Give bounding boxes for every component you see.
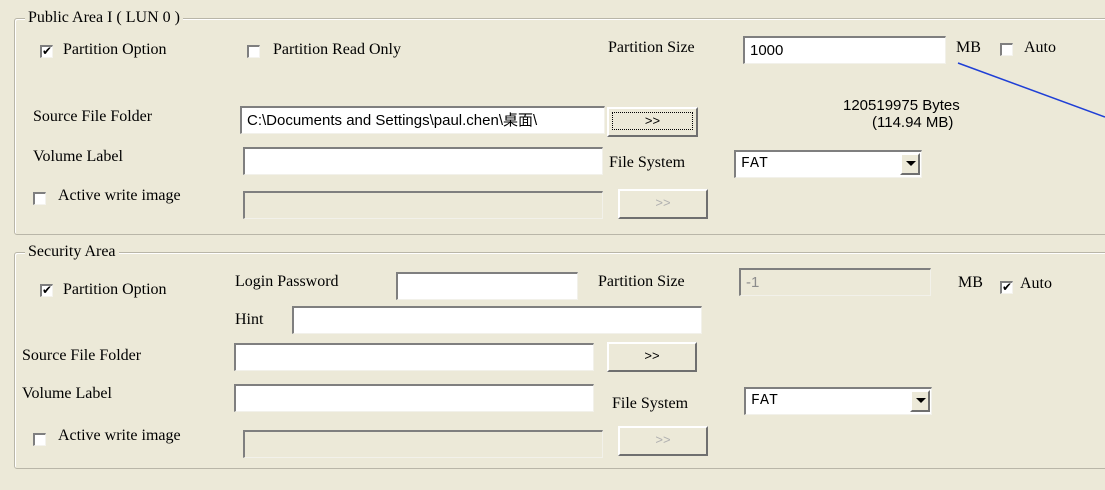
chevron-down-icon[interactable] — [910, 390, 930, 412]
public-read-only-label[interactable]: Partition Read Only — [273, 40, 401, 60]
public-partition-option-label[interactable]: Partition Option — [63, 40, 167, 60]
public-area-legend: Public Area I ( LUN 0 ) — [25, 10, 183, 26]
security-mb-label: MB — [958, 274, 983, 291]
public-file-system-select[interactable]: FAT — [734, 150, 922, 178]
public-image-browse-button: >> — [618, 189, 708, 219]
public-mb-label: MB — [956, 39, 981, 56]
security-login-password-input[interactable] — [396, 272, 578, 300]
security-file-system-value: FAT — [751, 392, 779, 409]
security-volume-label: Volume Label — [22, 385, 112, 402]
security-source-browse-button[interactable]: >> — [607, 342, 697, 372]
public-source-folder-input[interactable]: C:\Documents and Settings\paul.chen\桌面\ — [240, 106, 605, 134]
security-source-browse-label: >> — [644, 348, 660, 363]
public-source-browse-label: >> — [612, 112, 693, 130]
public-file-system-value: FAT — [741, 155, 769, 172]
security-partition-size-input: -1 — [739, 268, 931, 296]
public-active-write-label[interactable]: Active write image — [58, 186, 181, 206]
security-auto-checkbox[interactable]: ✔ — [1000, 281, 1013, 294]
public-partition-size-input[interactable]: 1000 — [743, 36, 946, 64]
security-image-path-input — [243, 430, 603, 458]
public-source-folder-label: Source File Folder — [33, 108, 153, 125]
public-volume-input[interactable] — [243, 147, 603, 175]
public-volume-label: Volume Label — [33, 148, 123, 165]
security-hint-label: Hint — [235, 311, 264, 328]
public-mb-size-text: (114.94 MB) — [872, 114, 954, 131]
security-partition-size-label: Partition Size — [598, 273, 685, 290]
security-image-browse-label: >> — [655, 432, 671, 447]
security-file-system-label: File System — [612, 395, 689, 412]
public-image-browse-label: >> — [655, 195, 671, 210]
chevron-down-icon[interactable] — [900, 153, 920, 175]
public-file-system-label: File System — [609, 154, 686, 171]
security-volume-input[interactable] — [234, 384, 594, 412]
security-partition-option-label[interactable]: Partition Option — [63, 280, 167, 300]
public-image-path-input — [243, 191, 603, 219]
public-auto-label[interactable]: Auto — [1024, 38, 1056, 58]
security-source-folder-label: Source File Folder — [22, 347, 142, 364]
security-source-folder-input[interactable] — [234, 343, 594, 371]
public-auto-checkbox[interactable] — [1000, 43, 1013, 56]
security-login-password-label: Login Password — [235, 273, 339, 290]
security-file-system-select[interactable]: FAT — [744, 387, 932, 415]
security-image-browse-button: >> — [618, 426, 708, 456]
public-source-browse-button[interactable]: >> — [607, 107, 698, 137]
public-partition-option-checkbox[interactable]: ✔ — [40, 45, 53, 58]
security-partition-option-checkbox[interactable]: ✔ — [40, 284, 53, 297]
public-active-write-checkbox[interactable] — [33, 192, 46, 205]
public-partition-size-label: Partition Size — [608, 39, 695, 56]
security-active-write-label[interactable]: Active write image — [58, 426, 181, 446]
partition-settings-panel: Public Area I ( LUN 0 ) ✔ Partition Opti… — [0, 0, 1105, 490]
security-auto-label[interactable]: Auto — [1020, 274, 1052, 294]
security-active-write-checkbox[interactable] — [33, 433, 46, 446]
security-hint-input[interactable] — [292, 306, 702, 334]
public-read-only-checkbox[interactable] — [247, 45, 260, 58]
security-area-legend: Security Area — [25, 244, 119, 260]
